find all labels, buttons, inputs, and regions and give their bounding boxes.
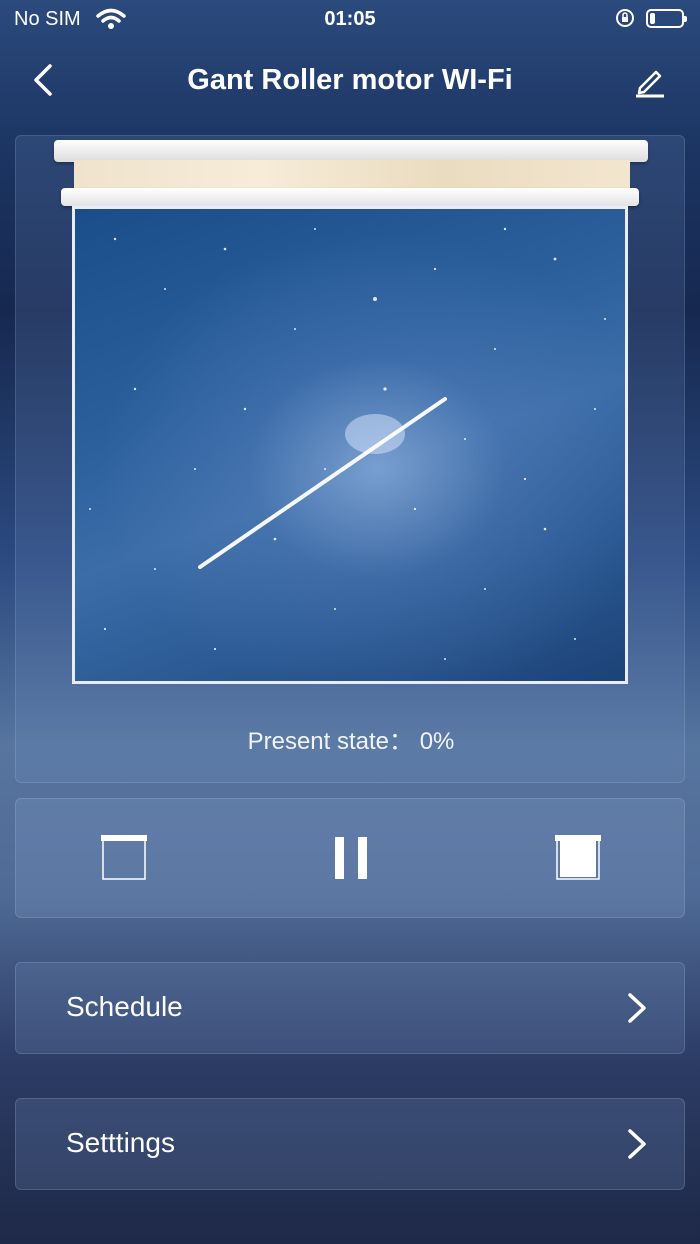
battery-icon (646, 9, 687, 28)
pause-icon (335, 837, 367, 879)
close-curtain-button[interactable] (548, 829, 608, 889)
nav-bar: Gant Roller motor WI-Fi (0, 50, 700, 110)
meteor-streak (198, 397, 447, 569)
control-panel (15, 798, 685, 918)
schedule-row[interactable]: Schedule (15, 962, 685, 1054)
pencil-icon (636, 70, 664, 98)
settings-label: Setttings (66, 1127, 175, 1158)
curtain-open-icon (101, 835, 147, 880)
night-sky-image (89, 227, 606, 660)
present-state: Present state： 0% (16, 721, 686, 756)
page-title: Gant Roller motor WI-Fi (187, 64, 513, 96)
chevron-right-icon (624, 991, 650, 1025)
curtain-window-view (72, 206, 628, 684)
schedule-label: Schedule (66, 991, 183, 1022)
orientation-lock-icon (614, 7, 636, 35)
edit-button[interactable] (632, 62, 668, 98)
chevron-right-icon (624, 1127, 650, 1161)
pause-button[interactable] (321, 829, 381, 889)
open-curtain-button[interactable] (94, 829, 154, 889)
curtain-panel: Present state： 0% (15, 135, 685, 783)
status-bar: No SIM 01:05 (0, 0, 700, 38)
present-state-label: Present state： (247, 728, 414, 755)
settings-row[interactable]: Setttings (15, 1098, 685, 1190)
clock: 01:05 (324, 8, 376, 30)
curtain-close-icon (555, 835, 601, 880)
present-state-value: 0% (419, 728, 455, 755)
rolled-fabric (74, 160, 630, 188)
curtain-bottom-bar (61, 188, 639, 206)
roller-tube (54, 140, 648, 162)
